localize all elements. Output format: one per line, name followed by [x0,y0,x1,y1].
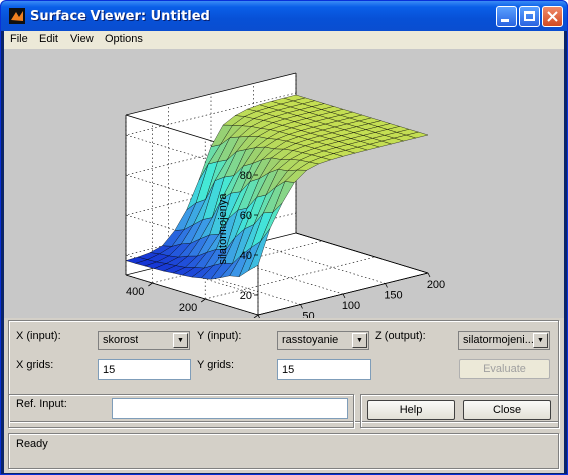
tick-mark [148,282,153,287]
surface-viewer-window: Surface Viewer: Untitled File Edit View … [0,0,568,475]
y-grids-value: 15 [282,364,295,376]
dropdown-arrow-icon: ▼ [173,333,188,348]
menu-bar: File Edit View Options [4,31,564,49]
z-tick-label: 80 [240,170,252,182]
x-tick-label: 200 [427,279,445,291]
maximize-icon [524,11,535,21]
x-tick-label: 150 [384,290,402,302]
x-input-label: X (input): [16,330,61,342]
evaluate-button[interactable]: Evaluate [459,359,550,379]
ref-input-label: Ref. Input: [16,398,67,410]
menu-view[interactable]: View [70,33,94,45]
x-grids-value: 15 [103,364,116,376]
x-grids-label: X grids: [16,359,54,371]
z-tick-label: 60 [240,210,252,222]
x-input-value: skorost [103,334,139,346]
menu-edit[interactable]: Edit [39,33,58,45]
menu-options[interactable]: Options [105,33,143,45]
tick-mark [200,298,206,303]
tick-mark [257,314,261,320]
z-tick-label: 40 [240,250,252,262]
y-input-value: rasstoyanie [282,334,339,346]
y-tick-label: 400 [126,286,144,298]
close-window-button[interactable] [542,6,563,27]
tick-mark [253,314,259,319]
matlab-icon [9,8,25,24]
surface-plot[interactable]: 050100150200020040020406080skorostrassto… [4,49,564,340]
client-area: File Edit View Options 05010015020002004… [4,31,564,473]
z-output-value: silatormojeni... [463,334,534,346]
window-title: Surface Viewer: Untitled [30,9,210,24]
close-button[interactable]: Close [463,400,551,420]
y-input-select[interactable]: rasstoyanie ▼ [277,331,369,350]
dropdown-arrow-icon: ▼ [352,333,367,348]
y-input-label: Y (input): [197,330,242,342]
tick-mark [385,283,388,288]
z-output-label: Z (output): [375,330,426,342]
z-tick-label: 20 [240,290,252,302]
y-tick-label: 200 [179,302,197,314]
close-icon [547,11,558,22]
x-input-select[interactable]: skorost ▼ [98,331,190,350]
status-panel [8,433,559,469]
dropdown-arrow-icon: ▼ [533,333,548,348]
maximize-button[interactable] [519,6,540,27]
x-tick-label: 100 [342,300,360,312]
ref-input-field[interactable] [112,398,348,419]
title-bar[interactable]: Surface Viewer: Untitled [1,1,567,31]
plot-area[interactable]: 050100150200020040020406080skorostrassto… [4,49,564,340]
minimize-button[interactable] [496,6,517,27]
z-output-select[interactable]: silatormojeni... ▼ [458,331,550,350]
y-grids-input[interactable]: 15 [277,359,371,380]
minimize-icon [501,19,509,22]
tick-mark [300,304,303,309]
help-button[interactable]: Help [367,400,455,420]
tick-mark [342,293,346,299]
tick-mark [427,272,431,278]
z-axis-label: silatormojenya [217,193,229,265]
x-tick-label: 50 [302,311,314,319]
status-text: Ready [16,438,48,450]
y-grids-label: Y grids: [197,359,235,371]
x-grids-input[interactable]: 15 [98,359,191,380]
menu-file[interactable]: File [10,33,28,45]
